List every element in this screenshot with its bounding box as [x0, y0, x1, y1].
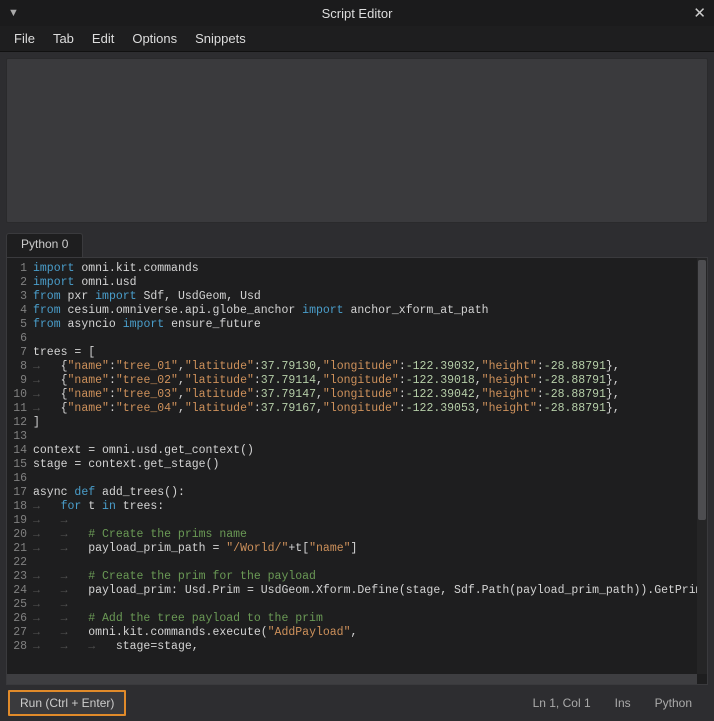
line-number: 6 — [7, 332, 33, 346]
code-line[interactable]: 14context = omni.usd.get_context() — [7, 444, 697, 458]
code-line[interactable]: 5from asyncio import ensure_future — [7, 318, 697, 332]
collapse-icon[interactable]: ▼ — [8, 7, 19, 19]
menubar: File Tab Edit Options Snippets — [0, 26, 714, 52]
output-panel[interactable] — [6, 58, 708, 223]
code-line[interactable]: 6 — [7, 332, 697, 346]
close-icon[interactable]: ✕ — [693, 4, 706, 22]
code-line[interactable]: 8→ {"name":"tree_01","latitude":37.79130… — [7, 360, 697, 374]
code-line[interactable]: 11→ {"name":"tree_04","latitude":37.7916… — [7, 402, 697, 416]
code-line[interactable]: 10→ {"name":"tree_03","latitude":37.7914… — [7, 388, 697, 402]
line-number: 1 — [7, 262, 33, 276]
line-number: 7 — [7, 346, 33, 360]
code-line[interactable]: 2import omni.usd — [7, 276, 697, 290]
line-number: 17 — [7, 486, 33, 500]
menu-edit[interactable]: Edit — [84, 29, 122, 48]
line-number: 15 — [7, 458, 33, 472]
line-number: 25 — [7, 598, 33, 612]
code-line[interactable]: 15stage = context.get_stage() — [7, 458, 697, 472]
code-line[interactable]: 12] — [7, 416, 697, 430]
line-number: 19 — [7, 514, 33, 528]
menu-snippets[interactable]: Snippets — [187, 29, 254, 48]
vertical-scrollbar[interactable] — [697, 258, 707, 674]
titlebar: ▼ Script Editor ✕ — [0, 0, 714, 26]
line-number: 8 — [7, 360, 33, 374]
code-line[interactable]: 19→ → — [7, 514, 697, 528]
scrollbar-thumb[interactable] — [698, 260, 706, 520]
line-number: 22 — [7, 556, 33, 570]
line-number: 5 — [7, 318, 33, 332]
line-number: 2 — [7, 276, 33, 290]
code-line[interactable]: 9→ {"name":"tree_02","latitude":37.79114… — [7, 374, 697, 388]
code-line[interactable]: 27→ → omni.kit.commands.execute("AddPayl… — [7, 626, 697, 640]
code-line[interactable]: 13 — [7, 430, 697, 444]
language-label: Python — [655, 696, 692, 710]
status-bar: Run (Ctrl + Enter) Ln 1, Col 1 Ins Pytho… — [0, 685, 714, 721]
code-line[interactable]: 21→ → payload_prim_path = "/World/"+t["n… — [7, 542, 697, 556]
line-number: 10 — [7, 388, 33, 402]
menu-tab[interactable]: Tab — [45, 29, 82, 48]
code-line[interactable]: 7trees = [ — [7, 346, 697, 360]
line-number: 11 — [7, 402, 33, 416]
code-line[interactable]: 4from cesium.omniverse.api.globe_anchor … — [7, 304, 697, 318]
line-number: 26 — [7, 612, 33, 626]
menu-options[interactable]: Options — [124, 29, 185, 48]
code-line[interactable]: 26→ → # Add the tree payload to the prim — [7, 612, 697, 626]
run-button[interactable]: Run (Ctrl + Enter) — [8, 690, 126, 716]
line-number: 16 — [7, 472, 33, 486]
code-line[interactable]: 18→ for t in trees: — [7, 500, 697, 514]
cursor-position: Ln 1, Col 1 — [533, 696, 591, 710]
code-line[interactable]: 23→ → # Create the prim for the payload — [7, 570, 697, 584]
tab-python-0[interactable]: Python 0 — [6, 233, 83, 257]
line-number: 27 — [7, 626, 33, 640]
line-number: 23 — [7, 570, 33, 584]
line-number: 18 — [7, 500, 33, 514]
line-number: 13 — [7, 430, 33, 444]
code-line[interactable]: 28→ → → stage=stage, — [7, 640, 697, 654]
code-line[interactable]: 24→ → payload_prim: Usd.Prim = UsdGeom.X… — [7, 584, 697, 598]
window-title: Script Editor — [322, 6, 393, 21]
insert-mode: Ins — [615, 696, 631, 710]
code-line[interactable]: 20→ → # Create the prims name — [7, 528, 697, 542]
line-number: 12 — [7, 416, 33, 430]
line-number: 28 — [7, 640, 33, 654]
line-number: 4 — [7, 304, 33, 318]
menu-file[interactable]: File — [6, 29, 43, 48]
code-line[interactable]: 3from pxr import Sdf, UsdGeom, Usd — [7, 290, 697, 304]
tab-bar: Python 0 — [6, 233, 708, 257]
line-number: 14 — [7, 444, 33, 458]
horizontal-scrollbar[interactable] — [7, 674, 697, 684]
code-line[interactable]: 16 — [7, 472, 697, 486]
line-number: 24 — [7, 584, 33, 598]
code-line[interactable]: 25→ → — [7, 598, 697, 612]
line-number: 9 — [7, 374, 33, 388]
code-editor[interactable]: 1import omni.kit.commands2import omni.us… — [6, 257, 708, 685]
code-line[interactable]: 17async def add_trees(): — [7, 486, 697, 500]
line-number: 21 — [7, 542, 33, 556]
line-number: 20 — [7, 528, 33, 542]
code-line[interactable]: 22 — [7, 556, 697, 570]
code-line[interactable]: 1import omni.kit.commands — [7, 262, 697, 276]
line-number: 3 — [7, 290, 33, 304]
